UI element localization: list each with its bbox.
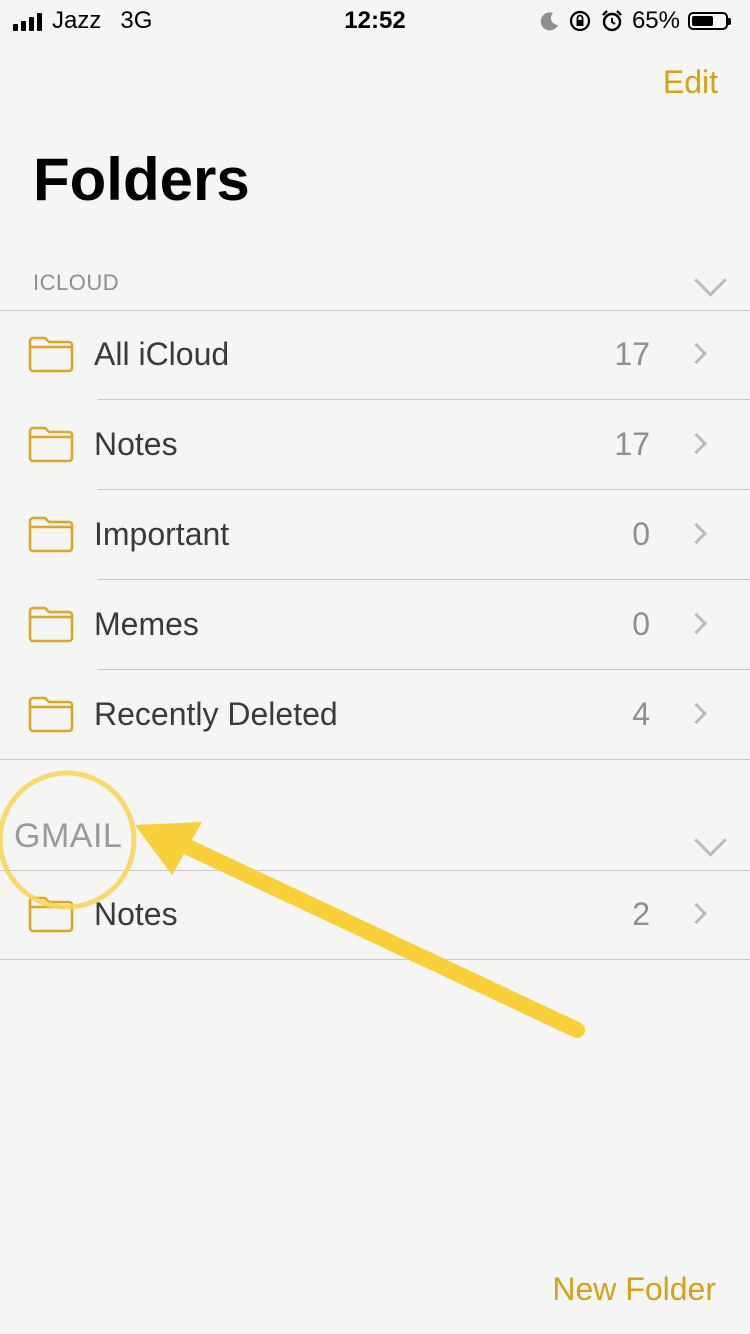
edit-button[interactable]: Edit: [663, 64, 718, 101]
folder-row-notes[interactable]: Notes 17: [0, 400, 750, 490]
chevron-right-icon: [685, 342, 708, 365]
folder-row-memes[interactable]: Memes 0: [0, 580, 750, 670]
folder-count: 2: [632, 896, 650, 932]
chevron-right-icon: [685, 522, 708, 545]
chevron-down-icon[interactable]: [694, 264, 727, 297]
chevron-right-icon: [685, 902, 708, 925]
folder-name: Notes: [94, 426, 178, 462]
folder-icon: [28, 336, 74, 373]
section-label: GMAIL: [14, 817, 123, 855]
moon-icon: [540, 12, 558, 31]
battery-icon: [688, 12, 731, 30]
folder-icon: [28, 696, 74, 733]
status-bar: Jazz 3G 12:52 65%: [0, 0, 750, 40]
folder-icon: [28, 896, 74, 933]
folder-name: Important: [94, 516, 230, 552]
new-folder-button[interactable]: New Folder: [552, 1271, 716, 1308]
folder-name: Memes: [94, 606, 199, 642]
folder-row-gmail-notes[interactable]: Notes 2: [0, 870, 750, 960]
folder-name: All iCloud: [94, 336, 230, 372]
chevron-right-icon: [685, 612, 708, 635]
folder-name: Notes: [94, 896, 178, 932]
folder-icon: [28, 606, 74, 643]
folder-icon: [28, 426, 74, 463]
section-header-icloud[interactable]: ICLOUD: [0, 250, 750, 310]
folder-name: Recently Deleted: [94, 696, 338, 732]
chevron-right-icon: [685, 702, 708, 725]
folder-row-all-icloud[interactable]: All iCloud 17: [0, 310, 750, 400]
chevron-down-icon[interactable]: [694, 824, 727, 857]
section-header-gmail[interactable]: GMAIL: [0, 810, 750, 870]
folder-count: 0: [632, 606, 650, 642]
folder-count: 4: [632, 696, 650, 732]
folder-count: 17: [614, 426, 650, 462]
battery-level: [692, 16, 713, 26]
folder-row-important[interactable]: Important 0: [0, 490, 750, 580]
status-right: 65%: [540, 7, 731, 35]
folder-row-recently-deleted[interactable]: Recently Deleted 4: [0, 670, 750, 760]
page-title: Folders: [33, 146, 250, 213]
divider: [0, 959, 750, 960]
divider: [0, 759, 750, 760]
chevron-right-icon: [685, 432, 708, 455]
alarm-icon: [602, 10, 622, 32]
folder-count: 0: [632, 516, 650, 552]
rotation-lock-icon: [569, 10, 591, 32]
folder-count: 17: [614, 336, 650, 372]
section-label: ICLOUD: [33, 270, 120, 295]
battery-percent: 65%: [631, 7, 680, 34]
folder-icon: [28, 516, 74, 553]
